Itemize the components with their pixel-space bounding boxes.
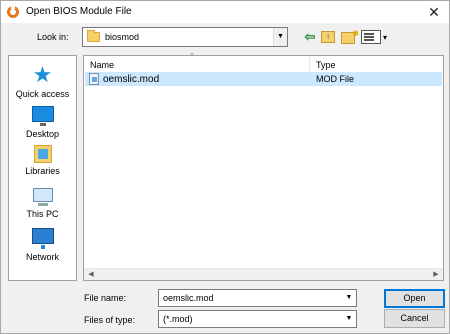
list-header: Name Type — [84, 57, 443, 71]
this-pc-icon — [32, 188, 53, 206]
chevron-down-icon[interactable]: ▼ — [273, 28, 287, 46]
files-of-type-value: (*.mod) — [163, 314, 193, 324]
place-label: This PC — [26, 209, 59, 219]
place-label: Libraries — [25, 166, 60, 176]
quick-access-star-icon: ★ — [32, 62, 53, 87]
title-bar: Open BIOS Module File ✕ — [1, 1, 449, 23]
scroll-left-arrow-icon[interactable]: ◀ — [85, 269, 97, 280]
column-header-type[interactable]: Type — [316, 60, 336, 70]
look-in-label: Look in: — [37, 32, 69, 42]
places-bar: ★ Quick access Desktop Libraries This PC… — [8, 55, 77, 281]
table-row[interactable]: oemslic.mod MOD File — [85, 72, 442, 86]
open-button[interactable]: Open — [384, 289, 445, 308]
file-name-label: File name: — [84, 293, 127, 303]
scroll-right-arrow-icon[interactable]: ▶ — [430, 269, 442, 280]
file-list[interactable]: ^ Name Type oemslic.mod MOD File ◀ ▶ — [83, 52, 444, 281]
chevron-down-icon[interactable]: ▼ — [342, 290, 356, 306]
libraries-icon — [33, 145, 52, 163]
files-of-type-label: Files of type: — [84, 315, 136, 325]
folder-icon — [87, 30, 100, 42]
place-label: Quick access — [15, 89, 70, 99]
column-header-name[interactable]: Name — [90, 60, 114, 70]
column-divider[interactable] — [309, 57, 310, 71]
place-label: Desktop — [25, 129, 60, 139]
app-logo-icon — [7, 5, 19, 18]
file-name-input[interactable]: oemslic.mod ▼ — [158, 289, 357, 307]
place-quick-access[interactable]: ★ Quick access — [9, 62, 76, 100]
look-in-combobox[interactable]: biosmod ▼ — [82, 27, 288, 47]
place-this-pc[interactable]: This PC — [9, 188, 76, 219]
file-name: oemslic.mod — [103, 74, 160, 85]
window-title: Open BIOS Module File — [26, 6, 132, 17]
place-network[interactable]: Network — [9, 228, 76, 262]
desktop-icon — [31, 106, 54, 126]
new-folder-icon[interactable] — [341, 26, 359, 44]
files-of-type-select[interactable]: (*.mod) ▼ — [158, 310, 357, 328]
network-icon — [31, 228, 54, 249]
back-arrow-icon[interactable]: ⇦ — [303, 29, 317, 45]
file-name-value: oemslic.mod — [163, 293, 214, 303]
place-desktop[interactable]: Desktop — [9, 106, 76, 139]
file-type: MOD File — [316, 74, 354, 84]
place-label: Network — [25, 252, 59, 262]
cancel-button[interactable]: Cancel — [384, 309, 445, 328]
chevron-down-icon[interactable]: ▼ — [342, 311, 356, 327]
up-one-level-icon[interactable]: ↑ — [321, 31, 335, 43]
look-in-value: biosmod — [105, 32, 140, 42]
horizontal-scrollbar[interactable]: ◀ ▶ — [84, 268, 443, 280]
open-file-dialog: Open BIOS Module File ✕ Look in: biosmod… — [0, 0, 450, 334]
place-libraries[interactable]: Libraries — [9, 145, 76, 176]
file-icon — [89, 73, 99, 85]
close-button[interactable]: ✕ — [425, 3, 443, 21]
view-menu-icon[interactable] — [361, 30, 387, 46]
